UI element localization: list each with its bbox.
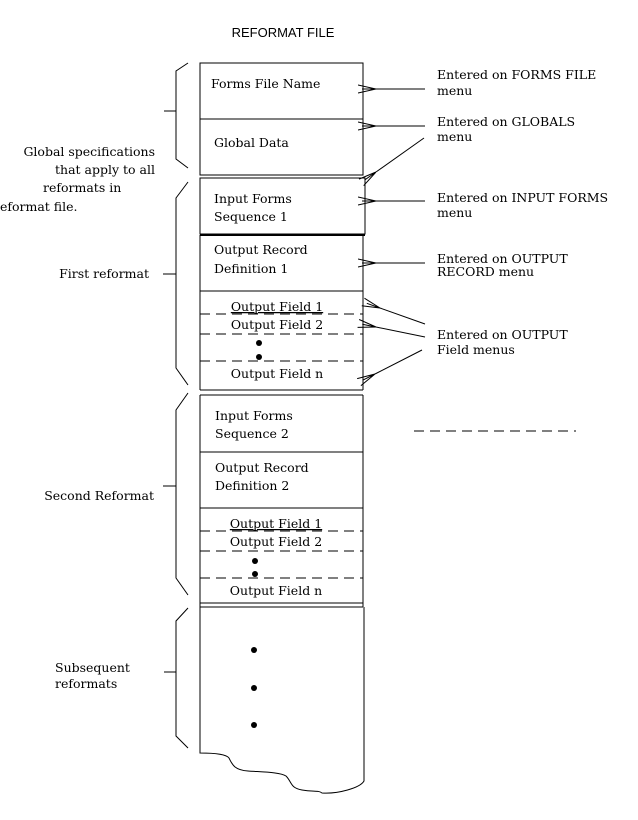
input-forms-note-line2: menu [437, 205, 472, 220]
output-record-2-line1: Output Record [215, 460, 309, 475]
output-field-1-n: Output Field n [231, 366, 323, 381]
forms-file-note-line1: Entered on FORMS FILE [437, 67, 596, 82]
torn-paper-outline [199, 607, 365, 794]
input-forms-1-box [199, 177, 366, 235]
subsequent-section [199, 607, 365, 794]
input-forms-1-line1: Input Forms [214, 191, 292, 206]
ellipsis-dot [251, 647, 257, 653]
input-forms-1-line2: Sequence 1 [214, 209, 288, 224]
output-record-2-line2: Definition 2 [215, 478, 289, 493]
global-brace [164, 62, 189, 169]
first-reformat-section: Input Forms Sequence 1 Output Record Def… [199, 177, 366, 396]
globals-note-line2: menu [437, 129, 472, 144]
output-record-note-line2: RECORD menu [437, 264, 534, 279]
second-reformat-section: Input Forms Sequence 2 Output Record Def… [199, 395, 364, 608]
input-forms-note-line1: Entered on INPUT FORMS [437, 190, 608, 205]
output-field-note-line2: Field menus [437, 342, 515, 357]
output-field-2-n: Output Field n [230, 583, 322, 598]
subsequent-brace [164, 607, 189, 749]
ellipsis-dot [256, 340, 262, 346]
ellipsis-dot [251, 685, 257, 691]
first-reformat-label: First reformat [59, 266, 149, 281]
global-label-line4: reformat file. [0, 199, 78, 214]
input-forms-2-line1: Input Forms [215, 408, 293, 423]
forms-file-name-box: Forms File Name [211, 76, 320, 91]
global-label-line2: that apply to all [55, 162, 155, 177]
ellipsis-dot [252, 571, 258, 577]
ellipsis-dot [252, 558, 258, 564]
output-field-1-2: Output Field 2 [231, 317, 323, 332]
diagram-title: REFORMAT FILE [232, 25, 335, 40]
input-forms-2-line2: Sequence 2 [215, 426, 289, 441]
ellipsis-dot [256, 354, 262, 360]
right-labels: Entered on FORMS FILE menu Entered on GL… [437, 67, 608, 357]
first-reformat-brace [163, 181, 189, 386]
ellipsis-dot [251, 722, 257, 728]
output-field-note-line1: Entered on OUTPUT [437, 327, 568, 342]
global-data-box: Global Data [214, 135, 289, 150]
subsequent-label-line1: Subsequent [55, 660, 130, 675]
output-record-1-line2: Definition 1 [214, 261, 288, 276]
arrow-up-left-icon [380, 308, 426, 325]
arrow-up-left-icon [376, 327, 426, 338]
second-reformat-brace [163, 392, 189, 596]
globals-note-line1: Entered on GLOBALS [437, 114, 575, 129]
global-label-line3: reformats in [43, 180, 121, 195]
global-section: Forms File Name Global Data [199, 62, 364, 176]
second-reformat-label: Second Reformat [44, 488, 154, 503]
output-field-2-1: Output Field 1 [230, 516, 322, 531]
reformat-file-diagram: REFORMAT FILE Forms File Name Global Dat… [0, 25, 608, 794]
global-label-line1: Global specifications [23, 144, 155, 159]
output-record-1-line1: Output Record [214, 242, 308, 257]
subsequent-label-line2: reformats [55, 676, 117, 691]
left-braces [163, 62, 189, 749]
left-labels: Global specifications that apply to all … [0, 144, 155, 691]
arrow-down-left-icon [375, 349, 423, 374]
output-field-2-2: Output Field 2 [230, 534, 322, 549]
right-arrows [375, 89, 426, 374]
forms-file-note-line2: menu [437, 83, 472, 98]
output-field-1-1: Output Field 1 [231, 299, 323, 314]
arrow-down-left-icon [376, 137, 425, 172]
